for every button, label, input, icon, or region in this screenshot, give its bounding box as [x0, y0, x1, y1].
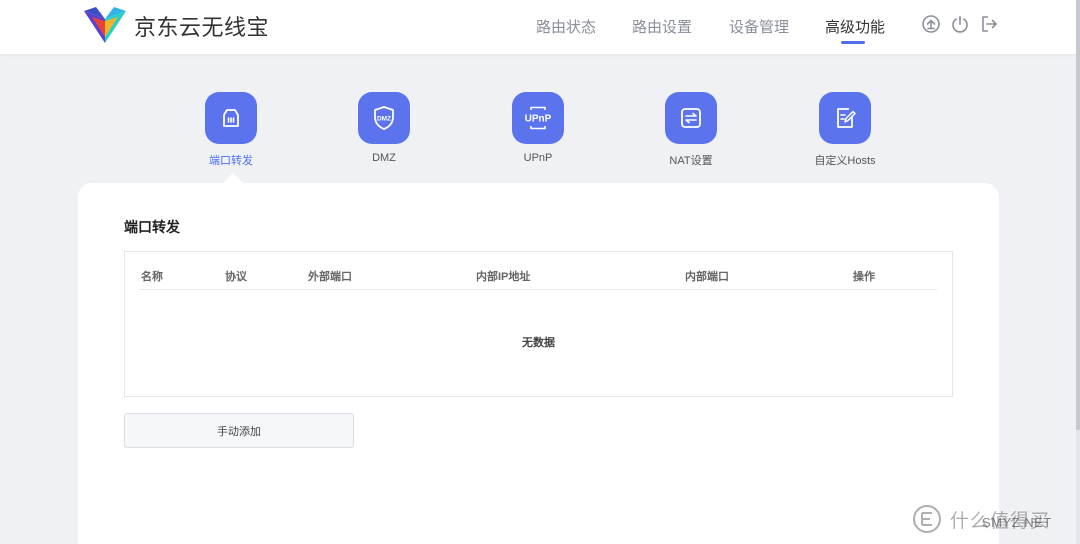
feature-nat-settings[interactable]: NAT设置	[641, 92, 741, 172]
page-scrollbar[interactable]	[1076, 0, 1080, 544]
column-header-actions: 操作	[853, 271, 875, 283]
column-header-external-port: 外部端口	[308, 271, 352, 283]
watermark-logo-icon	[913, 505, 941, 533]
nat-arrows-icon	[665, 92, 717, 144]
upgrade-icon[interactable]	[921, 14, 941, 34]
feature-custom-hosts[interactable]: 自定义Hosts	[795, 92, 895, 172]
feature-label-custom-hosts: 自定义Hosts	[814, 155, 876, 167]
jd-cloud-logo-icon	[84, 7, 126, 43]
column-header-internal-port: 内部端口	[685, 271, 729, 283]
logout-icon[interactable]	[979, 14, 999, 34]
dmz-shield-icon: DMZ	[358, 92, 410, 144]
port-forward-table: 名称 协议 外部端口 内部IP地址 内部端口 操作 无数据	[124, 251, 953, 397]
top-header: 京东云无线宝 路由状态 路由设置 设备管理 高级功能	[0, 0, 1076, 54]
table-header-divider	[139, 289, 937, 290]
feature-label-port-forwarding: 端口转发	[209, 155, 253, 167]
feature-label-nat-settings: NAT设置	[669, 155, 713, 167]
card-pointer-arrow	[222, 173, 244, 184]
feature-port-forwarding[interactable]: 端口转发	[181, 92, 281, 172]
nav-active-indicator	[841, 41, 865, 44]
column-header-name: 名称	[141, 271, 163, 283]
nav-advanced-features[interactable]: 高级功能	[825, 16, 885, 37]
watermark-url: SMYZ.NET	[982, 515, 1052, 530]
scrollbar-thumb[interactable]	[1076, 0, 1080, 430]
nav-router-status[interactable]: 路由状态	[536, 16, 596, 37]
nav-router-settings[interactable]: 路由设置	[632, 16, 692, 37]
feature-label-dmz: DMZ	[372, 152, 396, 164]
column-header-protocol: 协议	[225, 271, 247, 283]
power-icon[interactable]	[950, 14, 970, 34]
feature-dmz[interactable]: DMZ DMZ	[334, 92, 434, 172]
port-forward-icon	[205, 92, 257, 144]
svg-text:DMZ: DMZ	[377, 116, 391, 123]
column-header-internal-ip: 内部IP地址	[476, 271, 531, 283]
feature-label-upnp: UPnP	[523, 152, 553, 164]
empty-state-text: 无数据	[522, 337, 555, 349]
brand-title: 京东云无线宝	[134, 15, 270, 40]
section-title: 端口转发	[124, 219, 180, 235]
feature-upnp[interactable]: UPnP UPnP	[488, 92, 588, 172]
edit-hosts-icon	[819, 92, 871, 144]
upnp-icon: UPnP	[512, 92, 564, 144]
manual-add-button[interactable]: 手动添加	[124, 413, 354, 448]
nav-device-management[interactable]: 设备管理	[729, 16, 789, 37]
svg-text:UPnP: UPnP	[525, 114, 552, 125]
